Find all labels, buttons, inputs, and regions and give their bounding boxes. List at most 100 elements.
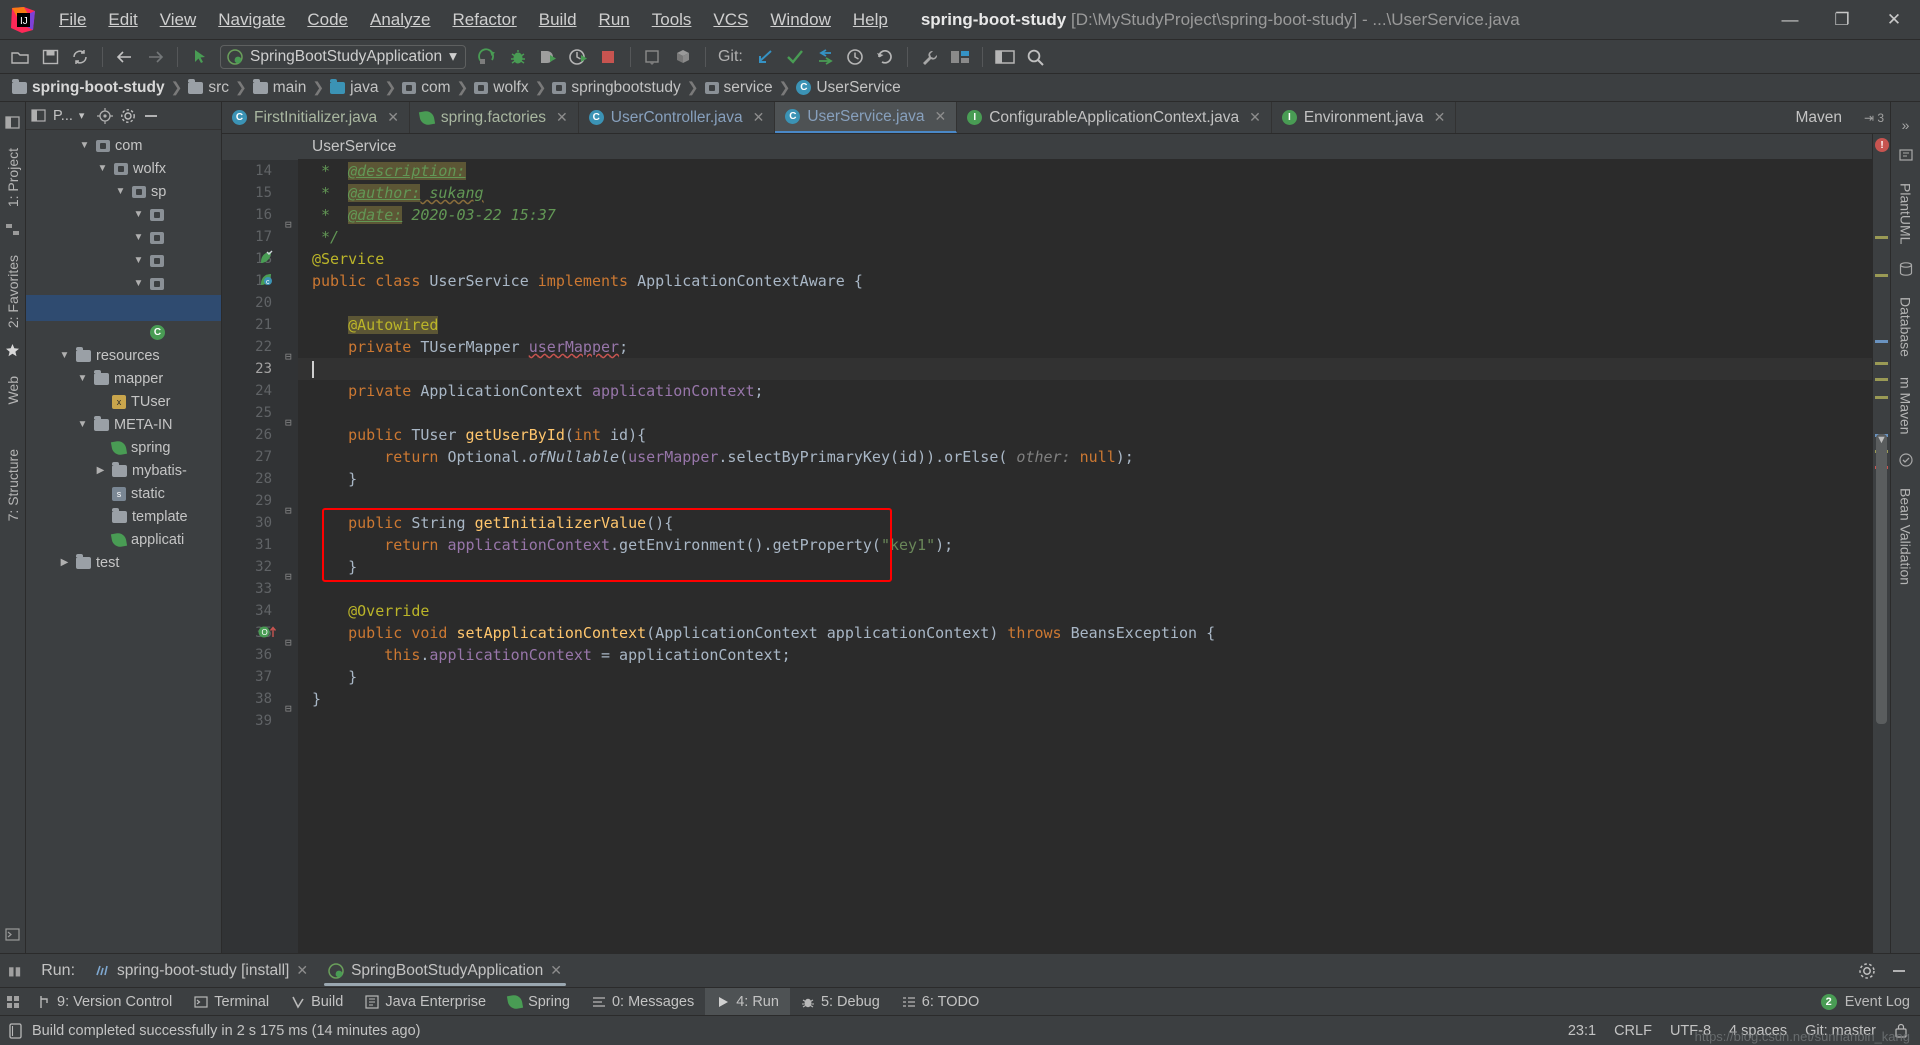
run-with-coverage-icon[interactable] [534,44,562,70]
update-project-icon[interactable] [751,44,779,70]
tree-node-template[interactable]: template [26,505,221,528]
breadcrumb-item-wolfx[interactable]: wolfx [470,79,532,97]
project-tree[interactable]: ▼ com ▼ wolfx ▼ sp ▼ ▼ ▼ ▼ C ▼ resources… [26,130,221,953]
push-icon[interactable] [811,44,839,70]
star-icon[interactable] [5,343,20,361]
tree-node-tuser[interactable]: x TUser [26,390,221,413]
project-rail-icon[interactable] [5,115,20,133]
run-tab-maven-install[interactable]: spring-boot-study [install] ✕ [85,954,318,987]
menu-bar[interactable]: File Edit View Navigate Code Analyze Ref… [48,6,899,34]
twisty-icon[interactable]: ▶ [94,465,107,476]
marker-info[interactable] [1875,340,1888,343]
locate-icon[interactable] [96,107,113,124]
close-icon[interactable]: ✕ [296,962,308,979]
scroll-down-arrow-icon[interactable]: ▼ [1874,434,1889,446]
wrench-icon[interactable] [916,44,944,70]
cursor-icon[interactable] [186,44,214,70]
maximize-button[interactable]: ❐ [1816,0,1868,40]
code-line[interactable]: } [298,688,1872,710]
close-button[interactable]: ✕ [1868,0,1920,40]
editor-tab-firstinitializer[interactable]: C FirstInitializer.java ✕ [222,102,410,133]
tree-node-static[interactable]: s static [26,482,221,505]
sidebar-item-web[interactable]: Web [3,368,23,413]
close-icon[interactable]: ✕ [387,109,399,126]
editor-tab-configurableapplicationcontext[interactable]: I ConfigurableApplicationContext.java ✕ [957,102,1272,133]
close-icon[interactable]: ✕ [556,109,568,126]
tree-node-com[interactable]: ▼ com [26,134,221,157]
menu-run[interactable]: Run [588,6,641,34]
sidebar-item-database[interactable]: Database [1898,287,1914,367]
close-icon[interactable]: ✕ [1434,109,1446,126]
code-line[interactable]: private TUserMapper userMapper; [298,336,1872,358]
code-folding-column[interactable]: ⊟ ⊟ ⊟ ⊟ ⊟ ⊟ ⊟ [282,134,298,953]
tree-node-selected[interactable] [26,295,221,321]
code-line[interactable]: return applicationContext.getEnvironment… [298,534,1872,556]
menu-navigate[interactable]: Navigate [207,6,296,34]
fold-icon-javadoc[interactable]: ⊟ [285,218,292,231]
tree-node-metainf[interactable]: ▼ META-IN [26,413,221,436]
project-structure-icon[interactable] [946,44,974,70]
fold-icon-method-35[interactable]: ⊟ [285,636,292,649]
code-line[interactable] [298,710,1872,732]
code-line[interactable]: * @date: 2020-03-22 15:37 [298,204,1872,226]
sync-icon[interactable] [66,44,94,70]
editor-tabs-overflow[interactable]: ⇥ 3 [1864,102,1890,133]
fold-icon-method-28[interactable]: ⊟ [285,416,292,429]
menu-vcs[interactable]: VCS [702,6,759,34]
tree-node-test[interactable]: ▶ test [26,551,221,574]
build-project-icon[interactable] [639,44,667,70]
breadcrumb-item-userservice[interactable]: C UserService [792,79,904,97]
close-icon[interactable]: ✕ [753,109,765,126]
twisty-icon[interactable]: ▼ [78,140,91,151]
code-line[interactable]: public void setApplicationContext(Applic… [298,622,1872,644]
tree-node-spring-factories[interactable]: spring [26,436,221,459]
menu-build[interactable]: Build [528,6,588,34]
tool-button-debug[interactable]: 5: Debug [790,988,891,1015]
tree-node-wolfx[interactable]: ▼ wolfx [26,157,221,180]
tree-node-application-yml[interactable]: applicati [26,528,221,551]
caret-position[interactable]: 23:1 [1568,1023,1596,1039]
line-number[interactable]: 39 [222,710,282,732]
tool-button-messages[interactable]: 0: Messages [581,988,705,1015]
editor-tab-environment[interactable]: I Environment.java ✕ [1272,102,1457,133]
close-icon[interactable]: ✕ [550,962,562,979]
code-line[interactable]: public TUser getUserById(int id){ [298,424,1872,446]
editor-tab-userservice[interactable]: C UserService.java ✕ [775,102,958,133]
code-line[interactable] [298,358,1872,380]
fold-icon-method-30[interactable]: ⊟ [285,504,292,517]
tree-node-6[interactable]: ▼ [26,249,221,272]
line-number[interactable]: 31 [222,534,282,556]
line-number[interactable]: 29 [222,490,282,512]
tool-button-run[interactable]: 4: Run [705,988,790,1015]
menu-help[interactable]: Help [842,6,899,34]
marker-warning[interactable] [1875,396,1888,399]
line-number[interactable]: 28 [222,468,282,490]
breadcrumb-item-service[interactable]: service [701,79,777,97]
line-number[interactable]: 36 [222,644,282,666]
line-number[interactable]: 20 [222,292,282,314]
code-line[interactable]: public String getInitializerValue(){ [298,512,1872,534]
line-number[interactable]: 22 [222,336,282,358]
code-line[interactable]: } [298,468,1872,490]
gutter-spring-component-icon[interactable]: c [258,272,276,290]
menu-refactor[interactable]: Refactor [441,6,527,34]
line-number[interactable]: 26 [222,424,282,446]
code-line[interactable]: private ApplicationContext applicationCo… [298,380,1872,402]
line-number[interactable]: 14 [222,160,282,182]
code-line[interactable]: * @description: [298,160,1872,182]
terminal-rail-icon[interactable] [5,927,20,945]
menu-code[interactable]: Code [296,6,359,34]
breadcrumb-item-java[interactable]: java [326,78,382,97]
close-icon[interactable]: ✕ [934,108,946,125]
tool-button-terminal[interactable]: Terminal [183,988,280,1015]
line-number[interactable]: 15 [222,182,282,204]
fold-icon-method-37[interactable]: ⊟ [285,702,292,715]
forward-arrow-icon[interactable] [141,44,169,70]
tool-button-version-control[interactable]: 9: Version Control [26,988,183,1015]
editor-marker-bar[interactable]: ! ▼ [1872,134,1890,953]
marker-warning[interactable] [1875,236,1888,239]
marker-warning[interactable] [1875,274,1888,277]
tree-node-sp[interactable]: ▼ sp [26,180,221,203]
code-lines[interactable]: * @description: * @author: sukang * @dat… [298,160,1872,732]
tool-button-spring[interactable]: Spring [497,988,581,1015]
